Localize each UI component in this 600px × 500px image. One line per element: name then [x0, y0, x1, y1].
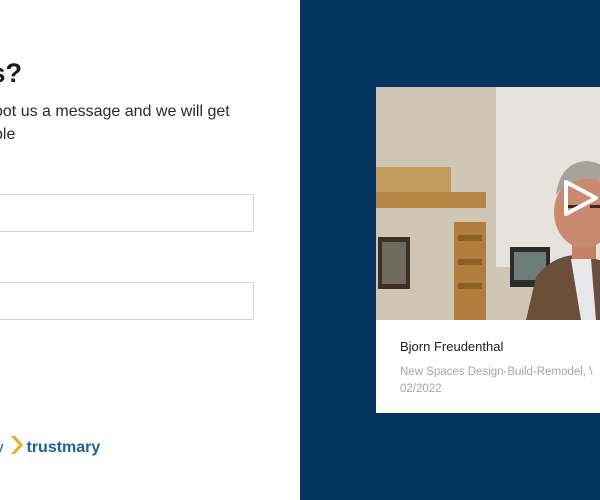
- reviewer-name: Bjorn Freudenthal: [400, 339, 504, 354]
- testimonial-details: Bjorn Freudenthal New Spaces Design-Buil…: [376, 339, 600, 398]
- testimonial-panel: Bjorn Freudenthal New Spaces Design-Buil…: [300, 0, 600, 500]
- reviewer-company-line-2: 02/2022: [400, 383, 442, 395]
- reviewer-company-line-1: New Spaces Design-Build-Remodel, \: [400, 366, 593, 378]
- trustmary-logo-icon: [10, 435, 27, 460]
- contact-form-panel: ions? oot us a message and we will get b…: [0, 0, 300, 500]
- form-field-2[interactable]: [0, 282, 254, 320]
- play-icon[interactable]: [562, 179, 600, 217]
- trustmary-brand: trustmary: [26, 438, 101, 456]
- reviewer-company: New Spaces Design-Build-Remodel, \ 02/20…: [400, 364, 592, 398]
- form-description-line-2: ble: [0, 126, 16, 143]
- powered-by-text: y: [0, 439, 4, 456]
- video-testimonial-card[interactable]: Bjorn Freudenthal New Spaces Design-Buil…: [376, 87, 600, 413]
- form-description: oot us a message and we will get ble: [0, 100, 264, 146]
- testimonial-form-page: ions? oot us a message and we will get b…: [0, 0, 600, 500]
- powered-by[interactable]: y trustmary: [0, 435, 100, 460]
- form-description-line-1: oot us a message and we will get: [0, 103, 230, 120]
- form-heading: ions?: [0, 58, 22, 88]
- video-thumbnail[interactable]: [376, 87, 600, 320]
- form-field-1[interactable]: [0, 194, 254, 232]
